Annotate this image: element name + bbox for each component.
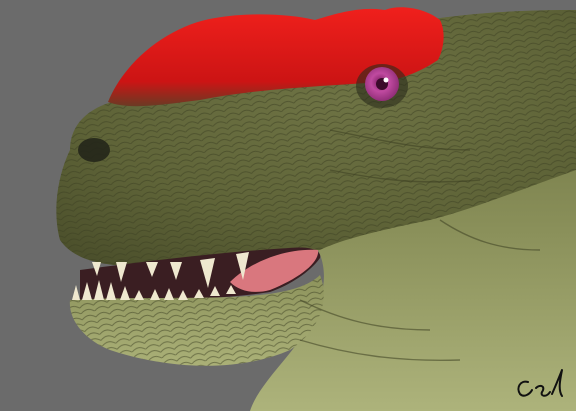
nostril bbox=[78, 138, 110, 162]
dinosaur-illustration bbox=[56, 7, 576, 411]
eye bbox=[356, 64, 408, 108]
illustration bbox=[0, 0, 576, 411]
